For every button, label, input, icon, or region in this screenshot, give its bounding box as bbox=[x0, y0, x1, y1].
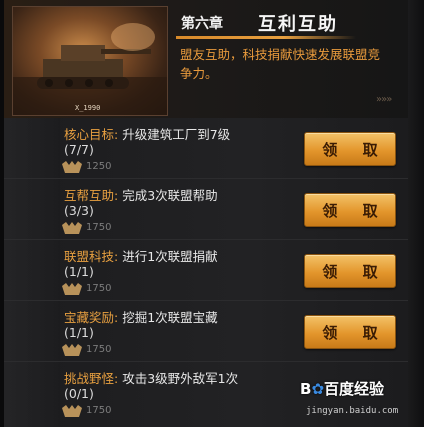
chapter-header: X_1990 第六章 互利互助 盟友互助，科技捐献快速发展联盟竞争力。 »»» bbox=[4, 0, 408, 119]
reward-value: 1750 bbox=[86, 283, 112, 294]
claim-button[interactable]: 领 取 bbox=[304, 254, 396, 288]
task-description: 完成3次联盟帮助 bbox=[122, 188, 218, 203]
task-description: 挖掘1次联盟宝藏 bbox=[122, 310, 218, 325]
honor-badge-icon bbox=[62, 161, 82, 173]
task-category: 宝藏奖励: bbox=[64, 310, 119, 325]
reward-value: 1750 bbox=[86, 344, 112, 355]
task-progress: (0/1) bbox=[64, 386, 94, 401]
claim-button[interactable]: 领 取 bbox=[304, 315, 396, 349]
watermark-logo-left: B bbox=[300, 380, 312, 398]
reward-value: 1750 bbox=[86, 405, 112, 416]
task-line: 核心目标: 升级建筑工厂到7级 bbox=[64, 124, 230, 143]
task-description: 升级建筑工厂到7级 bbox=[122, 127, 231, 142]
task-description: 攻击3级野外敌军1次 bbox=[122, 371, 239, 386]
task-category: 核心目标: bbox=[64, 127, 119, 142]
watermark-logo: B✿百度经验 bbox=[300, 378, 384, 399]
chapter-number: 第六章 bbox=[181, 16, 223, 32]
claim-button[interactable]: 领 取 bbox=[304, 132, 396, 166]
chapter-description: 盟友互助，科技捐献快速发展联盟竞争力。 bbox=[180, 47, 381, 81]
task-line: 挑战野怪: 攻击3级野外敌军1次 bbox=[64, 368, 238, 387]
paw-icon: ✿ bbox=[311, 380, 325, 398]
chapter-title: 互利互助 bbox=[258, 14, 338, 35]
watermark-logo-right: 百度经验 bbox=[324, 380, 385, 398]
reward-value: 1250 bbox=[86, 161, 112, 172]
panel-edge bbox=[408, 0, 424, 427]
task-line: 互帮互助: 完成3次联盟帮助 bbox=[64, 185, 218, 204]
task-progress: (1/1) bbox=[64, 264, 94, 279]
task-category: 联盟科技: bbox=[64, 249, 119, 264]
task-row: 宝藏奖励: 挖掘1次联盟宝藏 (1/1) 1750 领 取 bbox=[4, 301, 408, 362]
task-progress: (3/3) bbox=[64, 203, 94, 218]
honor-badge-icon bbox=[62, 283, 82, 295]
title-underline bbox=[176, 36, 356, 39]
task-line: 联盟科技: 进行1次联盟捐献 bbox=[64, 246, 218, 265]
honor-badge-icon bbox=[62, 344, 82, 356]
honor-badge-icon bbox=[62, 222, 82, 234]
double-arrow-icon: »»» bbox=[376, 94, 392, 105]
task-category: 互帮互助: bbox=[64, 188, 119, 203]
task-description: 进行1次联盟捐献 bbox=[122, 249, 218, 264]
task-progress: (7/7) bbox=[64, 142, 94, 157]
task-category: 挑战野怪: bbox=[64, 371, 119, 386]
honor-badge-icon bbox=[62, 405, 82, 417]
task-row: 核心目标: 升级建筑工厂到7级 (7/7) 1250 领 取 bbox=[4, 118, 408, 179]
watermark-url: jingyan.baidu.com bbox=[306, 406, 399, 416]
reward-value: 1750 bbox=[86, 222, 112, 233]
baidu-watermark: B✿百度经验 jingyan.baidu.com bbox=[300, 376, 408, 424]
image-code: X_1990 bbox=[75, 104, 101, 112]
task-progress: (1/1) bbox=[64, 325, 94, 340]
chapter-image: X_1990 bbox=[12, 6, 168, 116]
tank-illustration bbox=[13, 23, 167, 115]
task-row: 互帮互助: 完成3次联盟帮助 (3/3) 1750 领 取 bbox=[4, 179, 408, 240]
task-row: 联盟科技: 进行1次联盟捐献 (1/1) 1750 领 取 bbox=[4, 240, 408, 301]
task-line: 宝藏奖励: 挖掘1次联盟宝藏 bbox=[64, 307, 218, 326]
claim-button[interactable]: 领 取 bbox=[304, 193, 396, 227]
